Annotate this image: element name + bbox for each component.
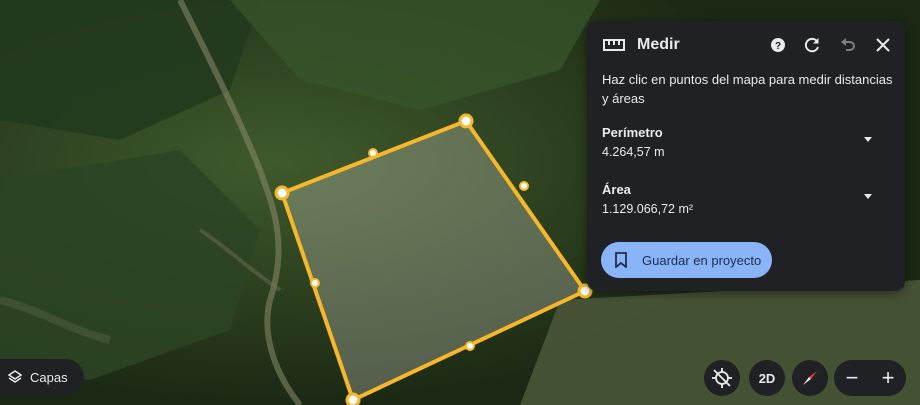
location-off-icon	[712, 368, 732, 388]
perimeter-label: Perímetro	[602, 125, 663, 140]
polygon-vertex	[274, 185, 290, 201]
compass-button[interactable]	[792, 360, 828, 396]
layers-label: Capas	[30, 369, 68, 385]
panel-header: Medir ?	[587, 21, 905, 69]
chevron-down-icon[interactable]	[864, 194, 872, 199]
save-to-project-button[interactable]: Guardar en proyecto	[601, 242, 772, 278]
svg-text:?: ?	[775, 41, 781, 52]
polygon-midpoint	[368, 148, 378, 158]
layers-button[interactable]: Capas	[0, 359, 84, 395]
my-location-button[interactable]	[704, 360, 740, 396]
polygon-midpoint	[465, 341, 475, 351]
zoom-controls: − +	[834, 360, 906, 396]
bookmark-icon	[615, 252, 627, 268]
polygon-vertex	[458, 113, 474, 129]
chevron-down-icon[interactable]	[864, 137, 872, 142]
zoom-in-button[interactable]: +	[870, 360, 906, 396]
area-value: 1.129.066,72 m²	[602, 202, 694, 216]
polygon-midpoint	[310, 278, 320, 288]
view-2d-button[interactable]: 2D	[749, 360, 785, 396]
close-icon[interactable]	[871, 33, 895, 57]
ruler-icon	[603, 39, 625, 51]
measure-panel: Medir ? Haz clic en puntos del mapa para…	[587, 21, 905, 291]
polygon-midpoint	[519, 181, 529, 191]
undo-icon[interactable]	[836, 33, 860, 57]
compass-icon	[803, 371, 817, 385]
area-row[interactable]: Área 1.129.066,72 m²	[602, 182, 890, 222]
perimeter-row[interactable]: Perímetro 4.264,57 m	[602, 125, 890, 165]
zoom-out-button[interactable]: −	[834, 360, 870, 396]
refresh-icon[interactable]	[800, 33, 824, 57]
layers-icon	[8, 370, 22, 383]
panel-title: Medir	[637, 36, 680, 53]
area-label: Área	[602, 182, 631, 197]
save-button-label: Guardar en proyecto	[642, 252, 762, 268]
perimeter-value: 4.264,57 m	[602, 145, 665, 159]
measure-hint: Haz clic en puntos del mapa para medir d…	[602, 72, 893, 106]
polygon-vertex	[345, 392, 361, 405]
help-icon[interactable]: ?	[766, 33, 790, 57]
